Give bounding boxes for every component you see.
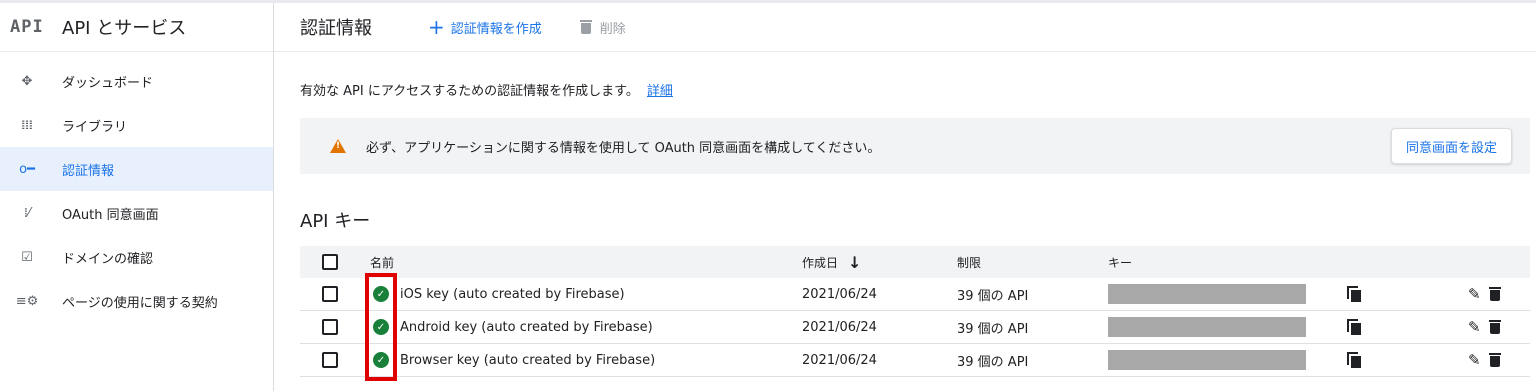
copy-icon[interactable] <box>1347 319 1361 335</box>
restriction-value: 39 個の API <box>957 354 1029 370</box>
redacted-key <box>1108 317 1306 337</box>
created-date: 2021/06/24 <box>802 286 877 302</box>
row-checkbox[interactable] <box>322 286 338 302</box>
created-date: 2021/06/24 <box>802 319 877 335</box>
check-circle-icon: ✓ <box>373 352 389 368</box>
key-icon: o━ <box>19 161 35 177</box>
key-value-cell <box>1108 278 1306 310</box>
edit-icon[interactable]: ✎ <box>1468 351 1481 369</box>
delete-icon[interactable] <box>1488 320 1501 334</box>
actions-cell: ✎ <box>1468 344 1509 376</box>
api-logo: API <box>10 17 44 37</box>
page-title: 認証情報 <box>300 18 372 39</box>
redacted-key <box>1108 284 1306 304</box>
table-header: 名前 作成日 ↓ 制限 キー <box>300 246 1530 278</box>
header-created-label: 作成日 <box>802 255 839 270</box>
created-date: 2021/06/24 <box>802 352 877 368</box>
intro-description: 有効な API にアクセスするための認証情報を作成します。 <box>300 84 639 99</box>
row-checkbox[interactable] <box>322 352 338 368</box>
key-name-link[interactable]: Android key (auto created by Firebase) <box>400 311 653 343</box>
copy-icon[interactable] <box>1347 352 1361 368</box>
api-keys-heading: API キー <box>300 211 371 232</box>
header-restriction[interactable]: 制限 <box>957 246 981 278</box>
sidebar-item-label: ダッシュボード <box>62 75 154 91</box>
status-cell: ✓ <box>373 344 389 376</box>
select-all-checkbox-cell <box>322 246 338 278</box>
key-name-link[interactable]: Browser key (auto created by Firebase) <box>400 344 655 376</box>
sidebar-item-oauth-consent[interactable]: ⁞⁄ OAuth 同意画面 <box>0 191 273 235</box>
sidebar-item-label: OAuth 同意画面 <box>62 207 159 223</box>
consent-icon: ⁞⁄ <box>23 205 31 221</box>
delete-label: 削除 <box>599 21 626 37</box>
create-credentials-label: 認証情報を作成 <box>450 21 542 37</box>
sidebar-header: API API とサービス <box>0 3 273 52</box>
check-circle-icon: ✓ <box>373 319 389 335</box>
row-checkbox[interactable] <box>322 319 338 335</box>
actions-cell: ✎ <box>1468 311 1509 343</box>
header-name[interactable]: 名前 <box>370 246 394 278</box>
delete-icon[interactable] <box>1488 287 1501 301</box>
sidebar-item-label: ライブラリ <box>62 119 128 135</box>
restriction-value: 39 個の API <box>957 321 1029 337</box>
sidebar-item-library[interactable]: 𝍖 ライブラリ <box>0 103 273 147</box>
api-keys-table: 名前 作成日 ↓ 制限 キー ✓ iOS key (auto created b… <box>300 246 1530 377</box>
select-all-checkbox[interactable] <box>322 254 338 270</box>
configure-consent-screen-button[interactable]: 同意画面を設定 <box>1390 128 1512 164</box>
sidebar-item-label: ドメインの確認 <box>62 251 154 267</box>
key-value-cell <box>1108 311 1306 343</box>
edit-icon[interactable]: ✎ <box>1468 285 1481 303</box>
sidebar-nav: ✥ ダッシュボード 𝍖 ライブラリ o━ 認証情報 ⁞⁄ OAuth 同意画面 … <box>0 59 273 323</box>
edit-icon[interactable]: ✎ <box>1468 318 1481 336</box>
check-circle-icon: ✓ <box>373 286 389 302</box>
status-cell: ✓ <box>373 311 389 343</box>
header-created[interactable]: 作成日 ↓ <box>802 246 861 278</box>
delete-button[interactable]: 削除 <box>579 18 626 37</box>
settings-list-icon: ≡⚙ <box>15 293 39 309</box>
create-credentials-button[interactable]: + 認証情報を作成 <box>428 17 542 37</box>
domain-check-icon: ☑ <box>21 249 33 265</box>
table-row: ✓ iOS key (auto created by Firebase) 202… <box>300 278 1530 311</box>
page-header: 認証情報 + 認証情報を作成 削除 <box>274 3 1536 52</box>
sidebar-title[interactable]: API とサービス <box>62 14 186 40</box>
sidebar-item-label: 認証情報 <box>62 163 115 179</box>
oauth-warning-banner: 必ず、アプリケーションに関する情報を使用して OAuth 同意画面を構成してくだ… <box>300 118 1530 174</box>
copy-cell <box>1347 311 1361 343</box>
header-key: キー <box>1108 255 1133 270</box>
table-row: ✓ Android key (auto created by Firebase)… <box>300 311 1530 344</box>
row-checkbox-cell <box>322 344 338 376</box>
sidebar: API API とサービス ✥ ダッシュボード 𝍖 ライブラリ o━ 認証情報 … <box>0 3 274 391</box>
redacted-key <box>1108 350 1306 370</box>
key-name-link[interactable]: iOS key (auto created by Firebase) <box>400 278 625 310</box>
sidebar-item-dashboard[interactable]: ✥ ダッシュボード <box>0 59 273 103</box>
sidebar-item-domain-verification[interactable]: ☑ ドメインの確認 <box>0 235 273 279</box>
sidebar-item-page-usage-agreements[interactable]: ≡⚙ ページの使用に関する契約 <box>0 279 273 323</box>
copy-cell <box>1347 344 1361 376</box>
plus-icon: + <box>428 15 445 39</box>
table-row: ✓ Browser key (auto created by Firebase)… <box>300 344 1530 377</box>
status-cell: ✓ <box>373 278 389 310</box>
trash-icon <box>579 20 592 34</box>
dashboard-icon: ✥ <box>21 73 33 89</box>
row-checkbox-cell <box>322 311 338 343</box>
actions-cell: ✎ <box>1468 278 1509 310</box>
key-value-cell <box>1108 344 1306 376</box>
copy-cell <box>1347 278 1361 310</box>
delete-icon[interactable] <box>1488 353 1501 367</box>
restriction-value: 39 個の API <box>957 288 1029 304</box>
learn-more-link[interactable]: 詳細 <box>647 84 673 99</box>
intro-text: 有効な API にアクセスするための認証情報を作成します。 詳細 <box>300 80 673 99</box>
sidebar-item-label: ページの使用に関する契約 <box>62 295 218 311</box>
sort-down-icon[interactable]: ↓ <box>848 253 861 272</box>
sidebar-item-credentials[interactable]: o━ 認証情報 <box>0 147 273 191</box>
warning-icon <box>330 139 346 153</box>
row-checkbox-cell <box>322 278 338 310</box>
copy-icon[interactable] <box>1347 286 1361 302</box>
banner-text: 必ず、アプリケーションに関する情報を使用して OAuth 同意画面を構成してくだ… <box>366 140 881 156</box>
library-icon: 𝍖 <box>21 117 33 133</box>
